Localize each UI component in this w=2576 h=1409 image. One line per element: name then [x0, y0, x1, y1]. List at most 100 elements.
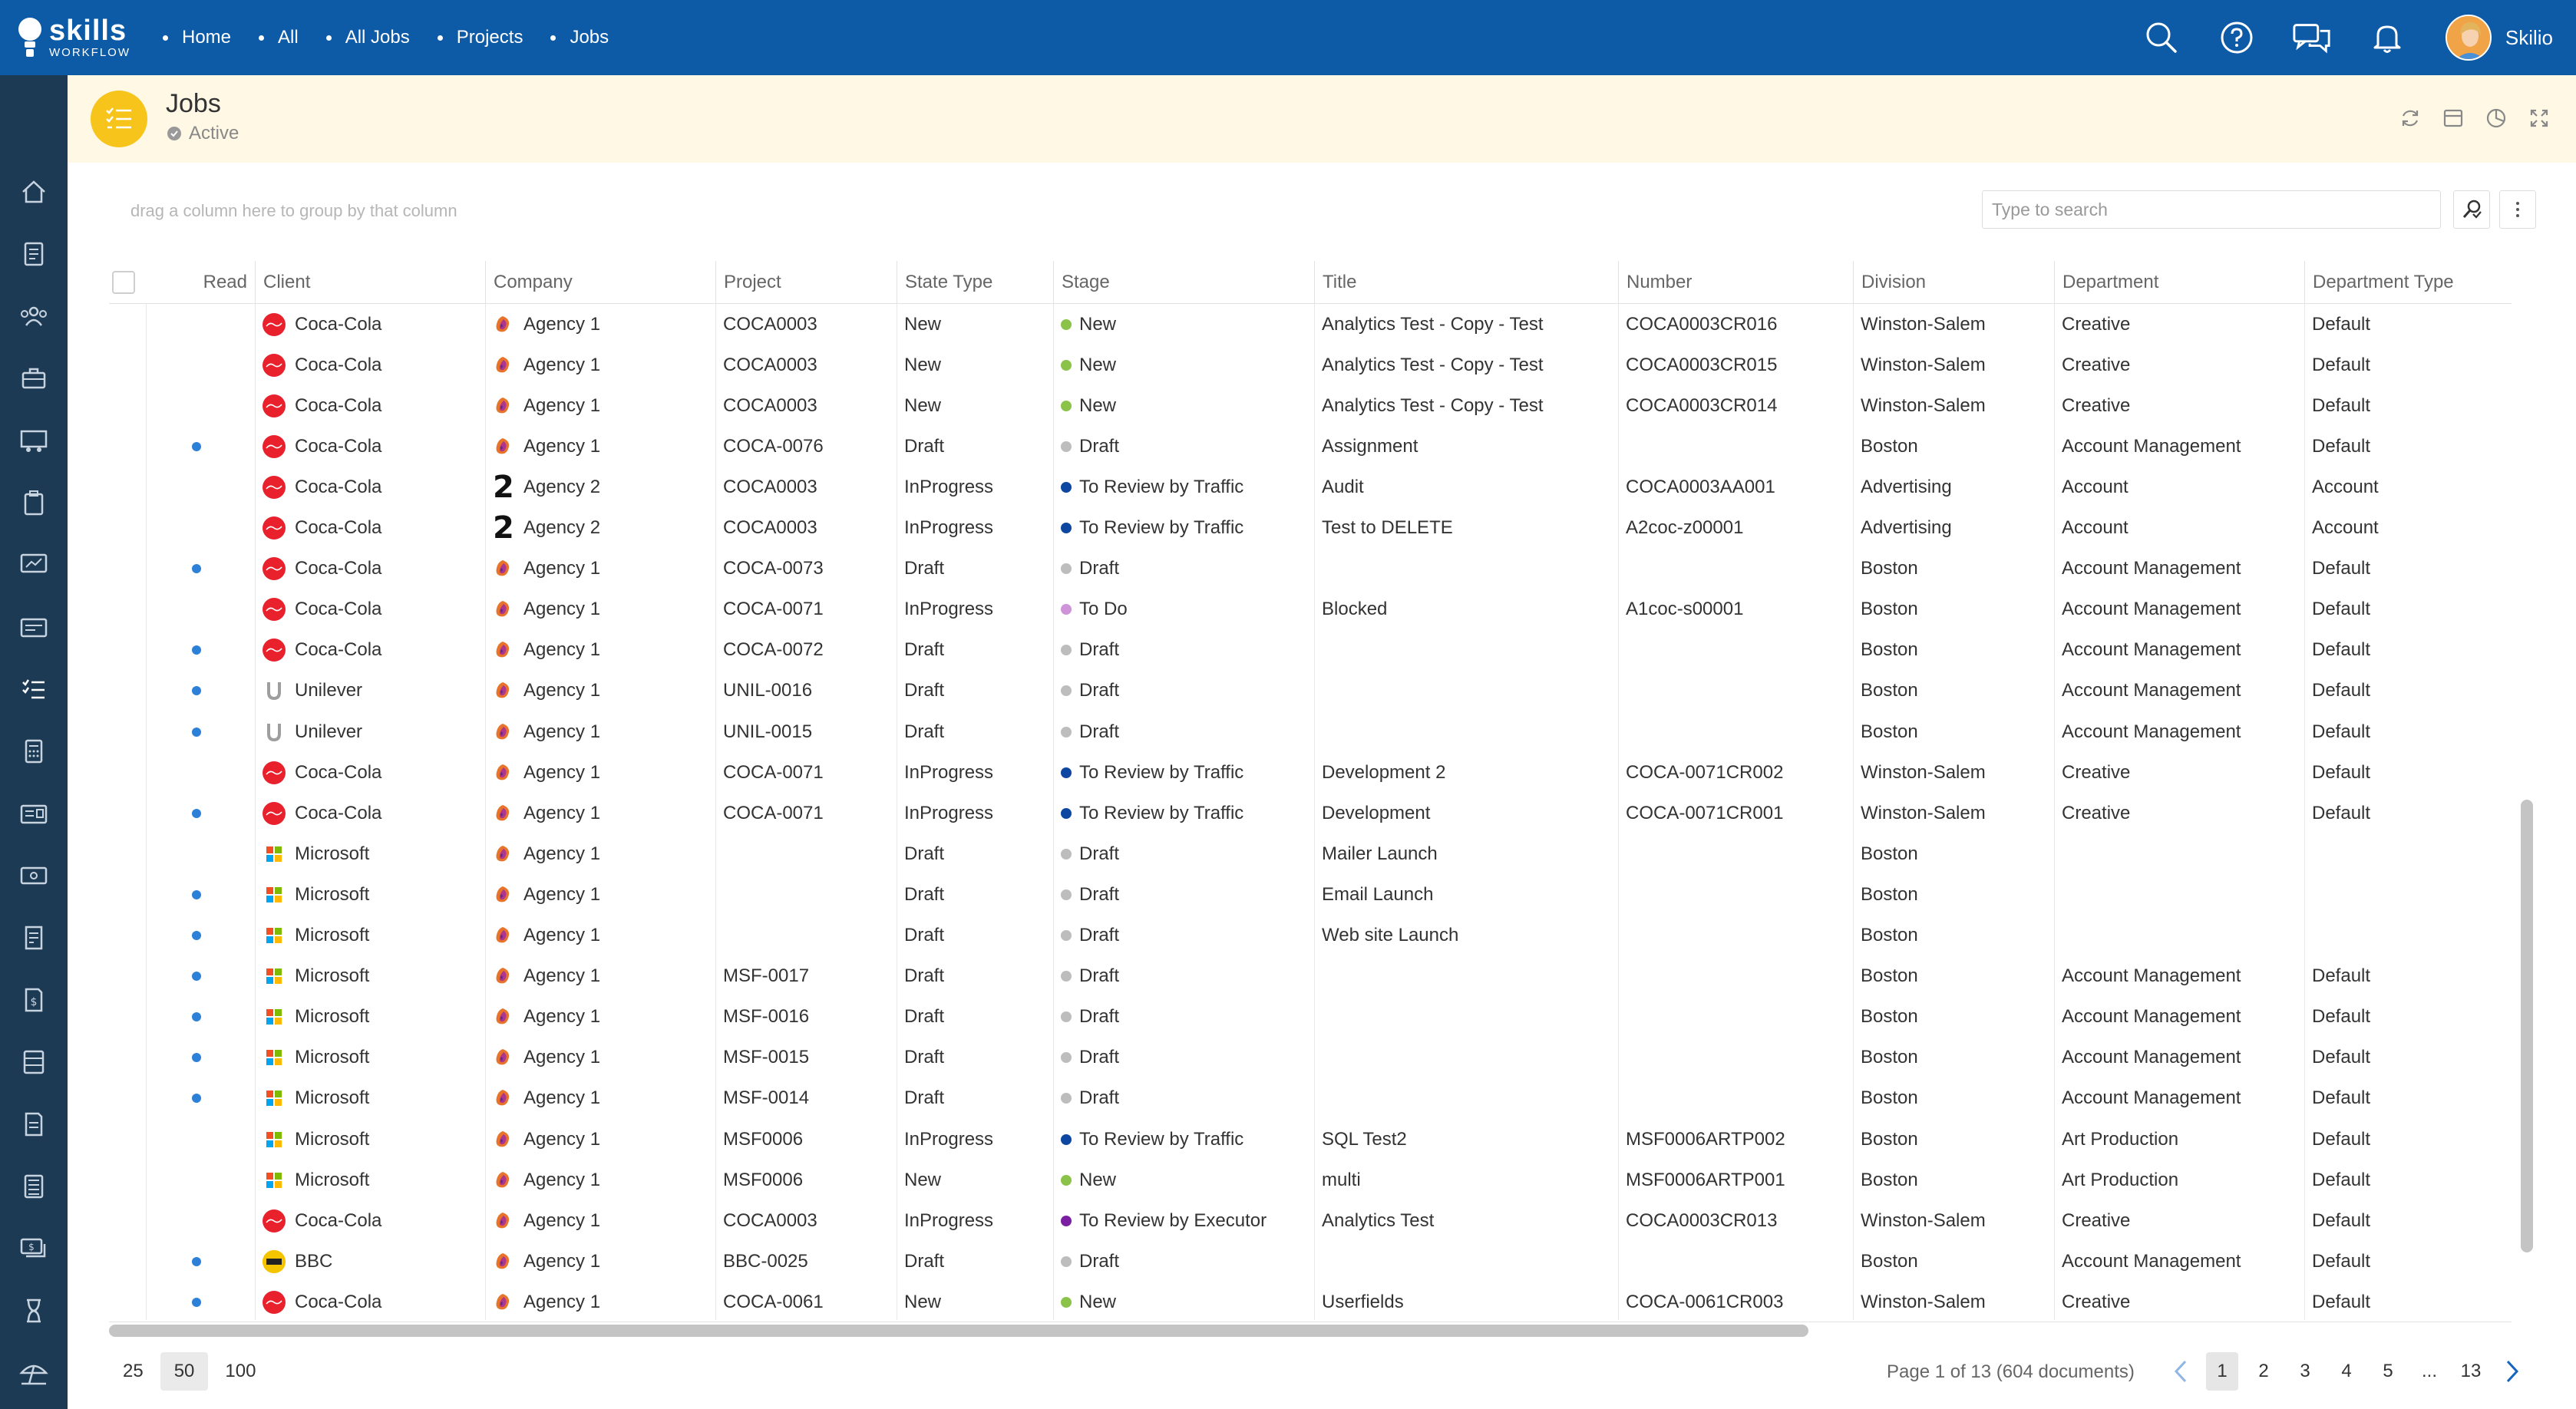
- table-row[interactable]: BBC Agency 1 BBC-0025 Draft Draft Boston Accou…: [109, 1241, 2512, 1282]
- refresh-icon[interactable]: [2396, 104, 2424, 132]
- analytics-icon[interactable]: [2482, 104, 2510, 132]
- layout-icon[interactable]: [2439, 104, 2467, 132]
- sidebar-item-billing[interactable]: $: [0, 977, 68, 1023]
- page-2-button[interactable]: 2: [2247, 1352, 2280, 1391]
- table-row[interactable]: Unilever Agency 1 UNIL-0015 Draft Draft Bosto…: [109, 711, 2512, 752]
- page-5-button[interactable]: 5: [2372, 1352, 2404, 1391]
- cell-company: Agency 1: [485, 1119, 715, 1160]
- chat-icon[interactable]: [2292, 18, 2332, 58]
- table-row[interactable]: Coca-Cola 2 Agency 2 COCA0003 InProgress To R…: [109, 467, 2512, 507]
- page-3-button[interactable]: 3: [2289, 1352, 2321, 1391]
- table-row[interactable]: Microsoft Agency 1 Draft Draft Email Launch B…: [109, 874, 2512, 915]
- sidebar-item-money[interactable]: [0, 853, 68, 899]
- previous-page-button[interactable]: [2165, 1352, 2197, 1391]
- column-header-department[interactable]: Department: [2054, 261, 2304, 304]
- next-page-button[interactable]: [2496, 1352, 2528, 1391]
- page-4-button[interactable]: 4: [2330, 1352, 2363, 1391]
- cell-stage: Draft: [1053, 1078, 1314, 1119]
- breadcrumb-all-jobs[interactable]: All Jobs: [325, 27, 410, 48]
- table-row[interactable]: Coca-Cola Agency 1 COCA-0076 Draft Draft Assi…: [109, 426, 2512, 467]
- sidebar-item-archive[interactable]: [0, 1039, 68, 1085]
- cell-state-type: Draft: [897, 1038, 1053, 1078]
- table-row[interactable]: Coca-Cola Agency 1 COCA-0061 New New Userfiel…: [109, 1282, 2512, 1320]
- table-row[interactable]: Unilever Agency 1 UNIL-0016 Draft Draft Bosto…: [109, 671, 2512, 711]
- page-size-25[interactable]: 25: [109, 1352, 157, 1391]
- table-row[interactable]: Coca-Cola 2 Agency 2 COCA0003 InProgress To R…: [109, 508, 2512, 549]
- page-1-button[interactable]: 1: [2206, 1352, 2238, 1391]
- breadcrumb-home[interactable]: Home: [163, 27, 231, 48]
- column-header-state-type[interactable]: State Type: [897, 261, 1053, 304]
- sidebar-item-vacation[interactable]: [0, 1350, 68, 1396]
- vertical-scrollbar[interactable]: [2521, 800, 2533, 1252]
- coca-cola-logo-icon: [263, 475, 286, 499]
- table-row[interactable]: Coca-Cola Agency 1 COCA-0071 InProgress To D…: [109, 589, 2512, 630]
- table-row[interactable]: Microsoft Agency 1 MSF0006 New New multi MSF00…: [109, 1160, 2512, 1200]
- table-row[interactable]: Coca-Cola Agency 1 COCA-0071 InProgress To R…: [109, 752, 2512, 793]
- table-row[interactable]: Microsoft Agency 1 MSF-0015 Draft Draft Bosto…: [109, 1038, 2512, 1078]
- column-header-company[interactable]: Company: [485, 261, 715, 304]
- sidebar-item-payments[interactable]: $: [0, 1226, 68, 1272]
- table-row[interactable]: Coca-Cola Agency 1 COCA0003 New New Analytics…: [109, 345, 2512, 385]
- state-type-text: InProgress: [904, 599, 994, 620]
- column-header-number[interactable]: Number: [1618, 261, 1853, 304]
- microsoft-logo-icon: [263, 1087, 286, 1110]
- sidebar-item-documents[interactable]: [0, 231, 68, 277]
- table-row[interactable]: Microsoft Agency 1 Draft Draft Mailer Launch…: [109, 833, 2512, 874]
- breadcrumb-all[interactable]: All: [259, 27, 299, 48]
- table-row[interactable]: Coca-Cola Agency 1 COCA-0071 InProgress To R…: [109, 793, 2512, 833]
- page-13-button[interactable]: 13: [2455, 1352, 2487, 1391]
- table-row[interactable]: Microsoft Agency 1 MSF-0014 Draft Draft Bosto…: [109, 1078, 2512, 1119]
- sidebar-item-jobs[interactable]: [0, 666, 68, 712]
- table-row[interactable]: Microsoft Agency 1 MSF-0017 Draft Draft Bosto…: [109, 956, 2512, 997]
- user-menu[interactable]: Skilio: [2445, 15, 2553, 61]
- table-row[interactable]: Coca-Cola Agency 1 COCA0003 New New Analytics…: [109, 304, 2512, 345]
- sidebar-item-calculator[interactable]: [0, 728, 68, 774]
- sidebar-item-people[interactable]: [0, 293, 68, 339]
- column-header-stage[interactable]: Stage: [1053, 261, 1314, 304]
- expand-icon[interactable]: [2525, 104, 2553, 132]
- breadcrumb-jobs[interactable]: Jobs: [550, 27, 609, 48]
- sidebar-item-id-card[interactable]: [0, 790, 68, 836]
- agency-1-logo-icon: [493, 1130, 513, 1150]
- sidebar-item-briefcase[interactable]: [0, 355, 68, 401]
- coca-cola-logo-icon: [263, 312, 286, 336]
- group-by-drop-zone[interactable]: drag a column here to group by that colu…: [130, 201, 457, 221]
- coca-cola-logo-icon: [263, 516, 286, 540]
- table-row[interactable]: Coca-Cola Agency 1 COCA-0073 Draft Draft Bost…: [109, 549, 2512, 589]
- table-row[interactable]: Coca-Cola Agency 1 COCA0003 New New Analytics…: [109, 385, 2512, 426]
- page-size-100[interactable]: 100: [211, 1352, 269, 1391]
- column-header-title[interactable]: Title: [1314, 261, 1618, 304]
- select-all-checkbox[interactable]: [112, 271, 135, 294]
- column-header-client[interactable]: Client: [255, 261, 485, 304]
- sidebar-item-team[interactable]: [0, 417, 68, 464]
- breadcrumb-projects[interactable]: Projects: [437, 27, 523, 48]
- sidebar-item-invoice[interactable]: [0, 915, 68, 961]
- page-size-50[interactable]: 50: [160, 1352, 209, 1391]
- advanced-search-button[interactable]: [2453, 190, 2490, 229]
- project-text: COCA-0061: [723, 1291, 824, 1312]
- column-header-read[interactable]: Read: [146, 261, 255, 304]
- help-icon[interactable]: [2217, 18, 2257, 58]
- search-icon[interactable]: [2142, 18, 2181, 58]
- table-row[interactable]: Microsoft Agency 1 MSF-0016 Draft Draft Bosto…: [109, 997, 2512, 1038]
- sidebar-item-clipboard[interactable]: [0, 480, 68, 526]
- column-header-project[interactable]: Project: [715, 261, 897, 304]
- search-input[interactable]: Type to search: [1982, 190, 2441, 229]
- sidebar-item-home[interactable]: [0, 169, 68, 215]
- table-row[interactable]: Coca-Cola Agency 1 COCA0003 InProgress To Re…: [109, 1200, 2512, 1241]
- check-icon: [167, 127, 181, 140]
- more-options-button[interactable]: [2499, 190, 2536, 229]
- sidebar-item-report[interactable]: [0, 1101, 68, 1147]
- bell-icon[interactable]: [2367, 18, 2407, 58]
- horizontal-scrollbar[interactable]: [109, 1325, 1808, 1337]
- table-row[interactable]: Microsoft Agency 1 Draft Draft Web site Laun…: [109, 916, 2512, 956]
- app-logo[interactable]: skills WORKFLOW: [17, 14, 130, 60]
- table-row[interactable]: Coca-Cola Agency 1 COCA-0072 Draft Draft Bost…: [109, 630, 2512, 671]
- sidebar-item-card[interactable]: [0, 604, 68, 650]
- sidebar-item-timesheet[interactable]: [0, 1288, 68, 1334]
- table-row[interactable]: Microsoft Agency 1 MSF0006 InProgress To Rev…: [109, 1119, 2512, 1160]
- column-header-division[interactable]: Division: [1853, 261, 2054, 304]
- sidebar-item-ledger[interactable]: [0, 1163, 68, 1209]
- sidebar-item-presentation[interactable]: [0, 542, 68, 588]
- column-header-department-type[interactable]: Department Type: [2304, 261, 2512, 304]
